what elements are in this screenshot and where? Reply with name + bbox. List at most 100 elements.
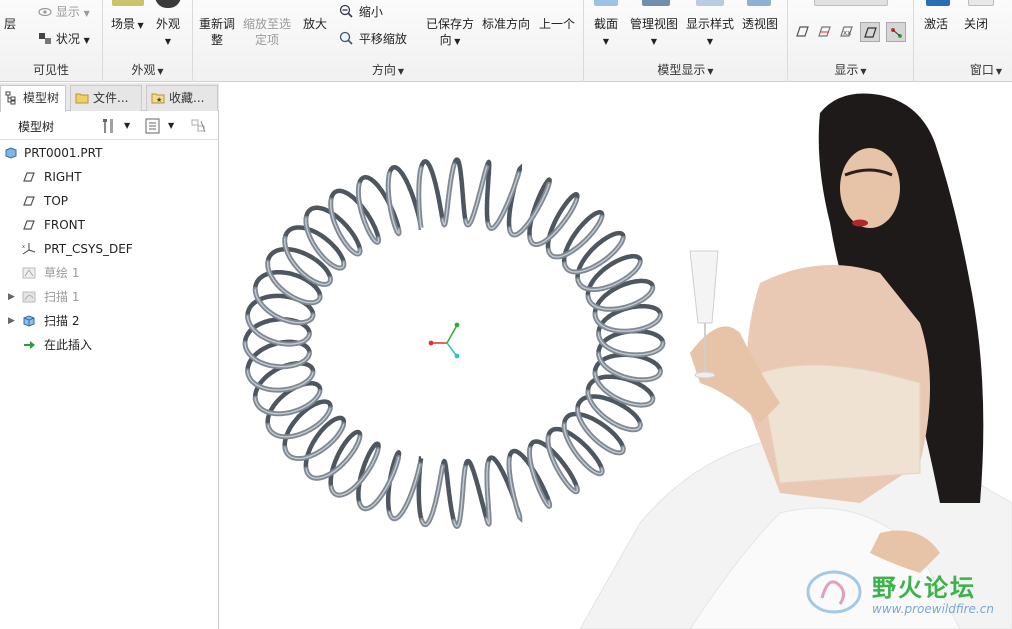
zoom-in-button[interactable]: 放大 (303, 16, 327, 32)
orientation-group: 重新调 整 缩放至选 定项 放大 缩小 平移缩放 已保存方 向 ▼ 标准方向 上… (193, 0, 584, 82)
filter-icon[interactable] (190, 117, 208, 135)
sweep-icon (23, 315, 35, 327)
watermark: 野火论坛 www.proewildfire.cn (802, 562, 1012, 622)
activate-button[interactable]: 激活 (924, 16, 948, 32)
svg-text:xx: xx (843, 29, 851, 37)
appearance-ball-icon (155, 0, 181, 8)
favorites-icon: ★ (151, 93, 165, 104)
expand-arrow-icon[interactable]: ▶ (8, 310, 15, 332)
chevron-down-icon: ▼ (397, 67, 405, 76)
tree-item-label: RIGHT (44, 170, 82, 184)
zoom-selected-button[interactable]: 缩放至选 定项 (243, 16, 291, 48)
scene-button[interactable]: 场景 ▼ (111, 16, 144, 34)
tree-item-csys[interactable]: x PRT_CSYS_DEF (0, 238, 219, 260)
zoom-in-label: 放大 (303, 17, 328, 31)
layer-button[interactable]: 层 (4, 16, 16, 32)
tree-item-insert-here[interactable]: 在此插入 (0, 334, 219, 356)
datum-plane-icon (23, 196, 35, 206)
perspective-icon (747, 0, 771, 6)
chevron-down-icon: ▼ (707, 67, 714, 76)
close-label: 关闭 (964, 17, 989, 31)
standard-orientation-button[interactable]: 标准方向 (482, 16, 530, 32)
display-style-label: 显示样式 (686, 17, 735, 31)
status-icon (39, 33, 51, 44)
expand-arrow-icon[interactable]: ▶ (8, 286, 15, 308)
sweep-icon (22, 291, 36, 303)
csys-display-icon[interactable] (860, 22, 880, 42)
status-button[interactable]: 状况 ▼ (38, 31, 90, 49)
chevron-down-icon: ▼ (83, 36, 90, 45)
tools-icon[interactable] (100, 117, 118, 135)
tree-item-top-plane[interactable]: TOP (0, 190, 219, 212)
manage-views-button[interactable]: 管理视图 ▼ (630, 16, 678, 50)
tree-item-front-plane[interactable]: FRONT (0, 214, 219, 236)
reorient-label-2: 整 (211, 33, 224, 47)
zoom-out-icon (339, 4, 353, 18)
chevron-down-icon[interactable]: ▼ (124, 121, 130, 130)
previous-label: 上一个 (539, 17, 576, 31)
zoom-out-label: 缩小 (358, 5, 383, 19)
tree-item-right-plane[interactable]: RIGHT (0, 166, 219, 188)
tree-item-sketch-1[interactable]: 草绘 1 (0, 262, 219, 284)
model-tree-tab-icon (5, 91, 16, 105)
model-display-group: 截面 ▼ 管理视图 ▼ 显示样式 ▼ 透视图 模型显示 ▼ (584, 0, 788, 82)
section-button[interactable]: 截面 ▼ (594, 16, 618, 50)
saved-orient-label-2: 向 (439, 33, 452, 47)
saved-orientations-button[interactable]: 已保存方 向 ▼ (426, 16, 474, 50)
pan-zoom-label: 平移缩放 (358, 32, 407, 46)
appearance-label: 外观 (156, 17, 181, 31)
model-tree-title: 模型树 (18, 120, 55, 134)
settings-list-icon[interactable] (144, 117, 162, 135)
point-display-icon[interactable]: xx (838, 24, 854, 40)
chevron-down-icon[interactable]: ▼ (168, 121, 174, 130)
status-label: 状况 (55, 32, 80, 46)
svg-text:★: ★ (156, 96, 162, 104)
chevron-down-icon: ▼ (83, 9, 90, 18)
graphics-viewport[interactable] (220, 83, 1012, 629)
standard-orient-label: 标准方向 (482, 17, 531, 31)
navigator-tabs: 模型树 文件... ★ 收藏... (0, 83, 219, 112)
section-label: 截面 (594, 17, 619, 31)
tree-item-sweep-2[interactable]: ▶ 扫描 2 (0, 310, 219, 332)
tab-favorites[interactable]: ★ 收藏... (146, 85, 218, 111)
folder-icon (75, 93, 89, 104)
perspective-button[interactable]: 透视图 (742, 16, 778, 32)
tree-item-root-part[interactable]: PRT0001.PRT (0, 142, 219, 164)
tree-item-label: 扫描 2 (44, 314, 80, 328)
zoom-selected-label-2: 定项 (255, 33, 280, 47)
zoom-out-button[interactable]: 缩小 (339, 4, 383, 20)
layer-label: 层 (4, 17, 17, 31)
tree-item-sweep-1[interactable]: ▶ 扫描 1 (0, 286, 219, 308)
model-display-group-label: 模型显示 ▼ (584, 61, 787, 78)
scene-label: 场景 (111, 17, 136, 31)
show-group-label: 显示 ▼ (788, 61, 913, 78)
tab-files[interactable]: 文件... (70, 85, 142, 111)
chevron-down-icon: ▼ (157, 67, 164, 76)
part-icon (5, 147, 17, 159)
tree-item-label: 草绘 1 (44, 266, 80, 280)
zoom-selected-label-1: 缩放至选 (243, 17, 292, 31)
axis-display-icon[interactable] (816, 24, 832, 40)
window-group-label: 窗口 ▼ (914, 61, 1012, 78)
perspective-label: 透视图 (742, 17, 779, 31)
reorient-button[interactable]: 重新调 整 (199, 16, 235, 48)
datum-plane-icon (23, 220, 35, 230)
appearance-button[interactable]: 外观 ▼ (156, 16, 180, 50)
model-tree-toolbar: 模型树 ▼ ▼ (0, 112, 219, 140)
pan-zoom-button[interactable]: 平移缩放 (339, 31, 407, 47)
previous-view-button[interactable]: 上一个 (539, 16, 575, 32)
display-button[interactable]: 显示 ▼ (38, 4, 90, 22)
display-style-button[interactable]: 显示样式 ▼ (686, 16, 734, 50)
chevron-down-icon: ▼ (650, 37, 658, 46)
annotation-display-icon[interactable] (886, 22, 906, 42)
close-button[interactable]: 关闭 (964, 16, 988, 32)
tree-item-label: PRT_CSYS_DEF (44, 242, 133, 256)
display-style-icon (696, 0, 724, 6)
navigator-panel: 模型树 文件... ★ 收藏... 模型树 ▼ ▼ PRT0001.PRT RI… (0, 83, 219, 629)
appearance-group-text: 外观 (131, 63, 156, 77)
plane-display-icon[interactable] (794, 24, 810, 40)
model-display-group-text: 模型显示 (657, 63, 706, 77)
tab-model-tree[interactable]: 模型树 (0, 85, 66, 112)
manage-views-label: 管理视图 (630, 17, 679, 31)
chevron-down-icon: ▼ (860, 67, 867, 76)
